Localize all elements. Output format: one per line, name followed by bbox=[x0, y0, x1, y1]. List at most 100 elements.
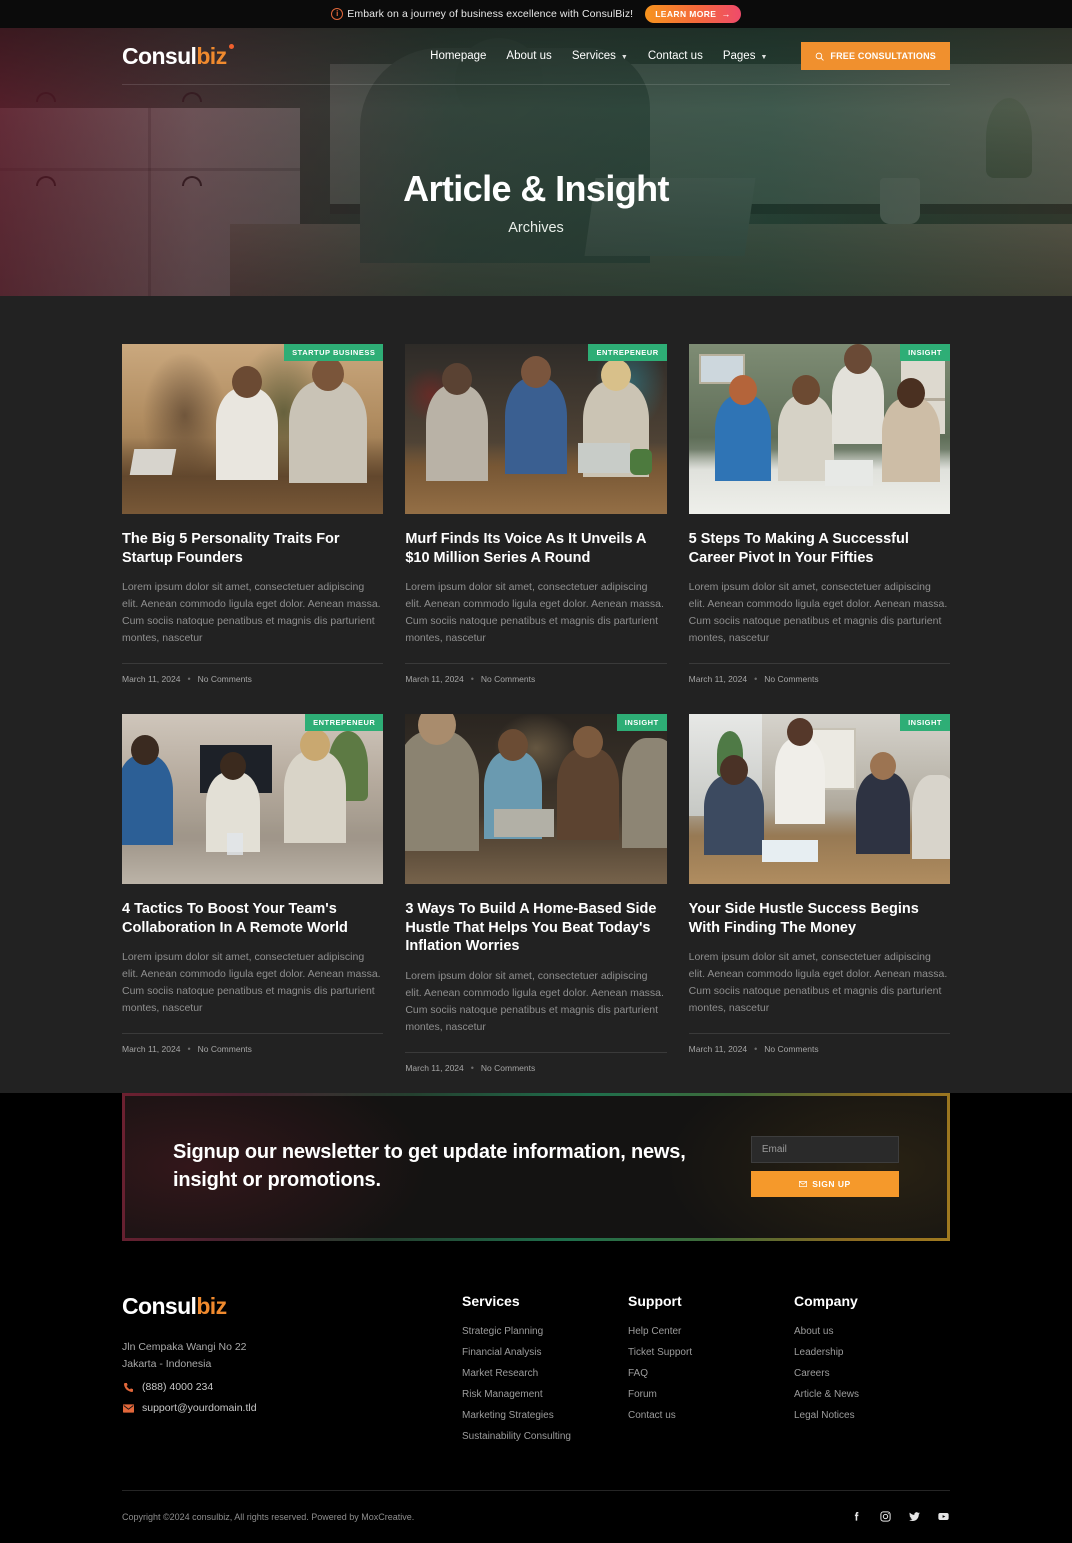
newsletter-gradient-frame: Signup our newsletter to get update info… bbox=[122, 1092, 950, 1241]
newsletter-signup-label: SIGN UP bbox=[812, 1179, 851, 1190]
article-category-badge[interactable]: INSIGHT bbox=[900, 344, 950, 361]
footer-link[interactable]: Sustainability Consulting bbox=[462, 1431, 628, 1442]
instagram-icon[interactable] bbox=[879, 1510, 892, 1523]
footer-link[interactable]: Forum bbox=[628, 1389, 794, 1400]
nav-item-homepage[interactable]: Homepage bbox=[430, 50, 486, 62]
article-comments[interactable]: No Comments bbox=[764, 1044, 818, 1054]
article-category-badge[interactable]: STARTUP BUSINESS bbox=[284, 344, 384, 361]
chevron-down-icon: ▼ bbox=[620, 53, 628, 61]
footer-column-heading: Services bbox=[462, 1292, 520, 1309]
article-comments[interactable]: No Comments bbox=[481, 674, 535, 684]
footer-link[interactable]: Market Research bbox=[462, 1368, 628, 1379]
article-title[interactable]: 5 Steps To Making A Successful Career Pi… bbox=[689, 530, 950, 567]
nav-item-about-us[interactable]: About us bbox=[506, 50, 551, 62]
footer-link[interactable]: Risk Management bbox=[462, 1389, 628, 1400]
page-root: i Embark on a journey of business excell… bbox=[0, 0, 1072, 1543]
article-comments[interactable]: No Comments bbox=[764, 674, 818, 684]
article-thumbnail[interactable]: STARTUP BUSINESS bbox=[122, 344, 384, 514]
article-thumbnail[interactable]: ENTREPENEUR bbox=[405, 344, 667, 514]
article-thumbnail[interactable]: INSIGHT bbox=[688, 344, 950, 514]
footer-link[interactable]: About us bbox=[794, 1326, 859, 1337]
facebook-icon[interactable] bbox=[850, 1510, 863, 1523]
page-title: Article & Insight bbox=[403, 168, 669, 209]
email-address: support@yourdomain.tld bbox=[142, 1402, 257, 1415]
site-logo[interactable]: Consulbiz bbox=[122, 42, 235, 69]
footer-link[interactable]: Article & News bbox=[794, 1389, 859, 1400]
article-card[interactable]: INSIGHT Your Side Hustle Success Begins … bbox=[688, 714, 950, 1073]
article-category-badge[interactable]: ENTREPENEUR bbox=[588, 344, 667, 361]
newsletter-signup-button[interactable]: SIGN UP bbox=[750, 1171, 899, 1198]
article-card[interactable]: INSIGHT 5 Steps To Making A Successful C… bbox=[688, 344, 950, 685]
hero-banner: Consulbiz Homepage About us Services ▼ C… bbox=[0, 28, 1072, 296]
footer-column-heading: Support bbox=[628, 1292, 682, 1309]
article-card[interactable]: INSIGHT 3 Ways To Build A Home-Based Sid… bbox=[405, 714, 667, 1073]
nav-divider bbox=[122, 84, 950, 85]
article-card[interactable]: STARTUP BUSINESS The Big 5 Personality T… bbox=[122, 344, 384, 685]
article-excerpt: Lorem ipsum dolor sit amet, consectetuer… bbox=[688, 581, 948, 645]
article-meta: March 11, 2024 • No Comments bbox=[122, 1033, 384, 1054]
hero-text-block: Article & Insight Archives bbox=[0, 168, 1072, 236]
footer-link[interactable]: Help Center bbox=[628, 1326, 794, 1337]
article-date: March 11, 2024 bbox=[688, 674, 748, 685]
article-excerpt: Lorem ipsum dolor sit amet, consectetuer… bbox=[688, 951, 948, 1015]
article-date: March 11, 2024 bbox=[688, 1044, 748, 1055]
article-meta: March 11, 2024 • No Comments bbox=[405, 1051, 667, 1073]
social-links bbox=[850, 1510, 950, 1523]
article-title[interactable]: 4 Tactics To Boost Your Team's Collabora… bbox=[122, 900, 383, 937]
logo-dot-icon bbox=[229, 43, 235, 49]
announcement-bar: i Embark on a journey of business excell… bbox=[0, 0, 1072, 28]
page-subtitle: Archives bbox=[508, 220, 564, 236]
article-title[interactable]: Murf Finds Its Voice As It Unveils A $10… bbox=[405, 530, 666, 567]
article-thumbnail[interactable]: INSIGHT bbox=[405, 714, 667, 885]
article-title[interactable]: Your Side Hustle Success Begins With Fin… bbox=[689, 900, 950, 937]
address-line-2: Jakarta - Indonesia bbox=[122, 1357, 212, 1370]
article-excerpt: Lorem ipsum dolor sit amet, consectetuer… bbox=[405, 581, 664, 645]
footer-phone[interactable]: (888) 4000 234 bbox=[122, 1381, 462, 1393]
article-category-badge[interactable]: INSIGHT bbox=[900, 714, 950, 732]
nav-label: Pages bbox=[722, 50, 756, 62]
free-consultations-button[interactable]: FREE CONSULTATIONS bbox=[801, 42, 950, 70]
footer-link[interactable]: Marketing Strategies bbox=[462, 1410, 628, 1421]
nav-label: Services bbox=[571, 50, 616, 62]
nav-item-services[interactable]: Services ▼ bbox=[572, 50, 628, 62]
logo-text-primary: Consul bbox=[122, 42, 197, 69]
article-title[interactable]: 3 Ways To Build A Home-Based Side Hustle… bbox=[405, 900, 666, 956]
article-comments[interactable]: No Comments bbox=[198, 1044, 252, 1054]
article-title[interactable]: The Big 5 Personality Traits For Startup… bbox=[122, 530, 383, 567]
footer-column-heading: Company bbox=[794, 1292, 858, 1309]
footer-link[interactable]: Leadership bbox=[794, 1347, 859, 1358]
article-comments[interactable]: No Comments bbox=[481, 1063, 535, 1073]
footer-brand: Consulbiz Jln Cempaka Wangi No 22 Jakart… bbox=[122, 1293, 462, 1452]
article-category-badge[interactable]: INSIGHT bbox=[616, 714, 667, 732]
articles-section: STARTUP BUSINESS The Big 5 Personality T… bbox=[0, 296, 1072, 1125]
footer-link[interactable]: Contact us bbox=[628, 1410, 794, 1421]
article-meta: March 11, 2024 • No Comments bbox=[688, 663, 950, 685]
meta-separator: • bbox=[754, 674, 758, 685]
nav-item-contact-us[interactable]: Contact us bbox=[648, 50, 703, 62]
article-meta: March 11, 2024 • No Comments bbox=[122, 663, 384, 685]
youtube-icon[interactable] bbox=[937, 1510, 950, 1523]
footer-column-services: Services Strategic Planning Financial An… bbox=[462, 1293, 628, 1452]
article-date: March 11, 2024 bbox=[405, 674, 464, 685]
footer-link[interactable]: Legal Notices bbox=[794, 1410, 859, 1421]
article-card[interactable]: ENTREPENEUR Murf Finds Its Voice As It U… bbox=[405, 344, 667, 685]
footer-link[interactable]: Ticket Support bbox=[628, 1347, 794, 1358]
footer-links: Help Center Ticket Support FAQ Forum Con… bbox=[628, 1326, 794, 1421]
footer-link[interactable]: FAQ bbox=[628, 1368, 794, 1379]
footer-logo[interactable]: Consulbiz bbox=[122, 1293, 227, 1320]
article-thumbnail[interactable]: INSIGHT bbox=[688, 714, 950, 885]
footer-link[interactable]: Financial Analysis bbox=[462, 1347, 628, 1358]
learn-more-button[interactable]: LEARN MORE → bbox=[645, 5, 741, 23]
newsletter-email-input[interactable] bbox=[750, 1136, 899, 1164]
footer-link[interactable]: Strategic Planning bbox=[462, 1326, 628, 1337]
twitter-icon[interactable] bbox=[908, 1510, 921, 1523]
nav-item-pages[interactable]: Pages ▼ bbox=[723, 50, 768, 62]
footer-email[interactable]: support@yourdomain.tld bbox=[122, 1402, 462, 1414]
article-comments[interactable]: No Comments bbox=[198, 674, 252, 684]
footer-bottom-bar: Copyright ©2024 consulbiz, All rights re… bbox=[122, 1491, 950, 1543]
article-card[interactable]: ENTREPENEUR 4 Tactics To Boost Your Team… bbox=[122, 714, 384, 1073]
article-category-badge[interactable]: ENTREPENEUR bbox=[305, 714, 384, 732]
footer-link[interactable]: Careers bbox=[794, 1368, 859, 1379]
article-thumbnail[interactable]: ENTREPENEUR bbox=[122, 714, 384, 885]
meta-separator: • bbox=[187, 674, 191, 685]
